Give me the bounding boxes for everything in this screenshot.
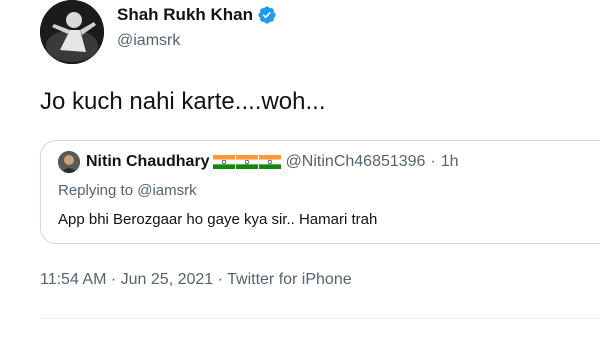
tweet: Shah Rukh Khan @iamsrk Jo kuch nahi kart… xyxy=(0,0,600,338)
divider xyxy=(40,318,600,319)
replying-to[interactable]: Replying to @iamsrk xyxy=(58,182,197,199)
quoted-author-avatar[interactable] xyxy=(58,151,80,173)
author-name[interactable]: Shah Rukh Khan xyxy=(117,5,277,25)
author-name-text[interactable]: Shah Rukh Khan xyxy=(117,5,253,25)
quoted-tweet-text: App bhi Berozgaar ho gaye kya sir.. Hama… xyxy=(58,211,378,228)
tweet-source[interactable]: Twitter for iPhone xyxy=(227,271,352,288)
separator-dot: · xyxy=(430,153,436,170)
author-avatar[interactable] xyxy=(40,0,104,64)
india-flag-icon xyxy=(212,155,235,169)
quoted-tweet-time[interactable]: 1h xyxy=(441,153,459,171)
separator-dot: · xyxy=(217,271,223,288)
tweet-meta: 11:54 AM · Jun 25, 2021 · Twitter for iP… xyxy=(40,271,352,289)
author-handle[interactable]: @iamsrk xyxy=(117,32,180,50)
india-flag-icon xyxy=(235,155,258,169)
india-flag-icon xyxy=(258,155,281,169)
quoted-tweet-header: Nitin Chaudhary @NitinCh46851396 · 1h xyxy=(58,151,459,173)
quoted-tweet[interactable]: Nitin Chaudhary @NitinCh46851396 · 1h Re… xyxy=(40,140,600,244)
tweet-text: Jo kuch nahi karte....woh... xyxy=(40,88,326,115)
tweet-time[interactable]: 11:54 AM xyxy=(40,271,106,288)
quoted-author-handle[interactable]: @NitinCh46851396 xyxy=(286,153,426,171)
quoted-author-name[interactable]: Nitin Chaudhary xyxy=(86,153,210,171)
separator-dot: · xyxy=(110,271,117,288)
tweet-date[interactable]: Jun 25, 2021 xyxy=(121,271,214,288)
verified-badge-icon xyxy=(258,6,276,24)
